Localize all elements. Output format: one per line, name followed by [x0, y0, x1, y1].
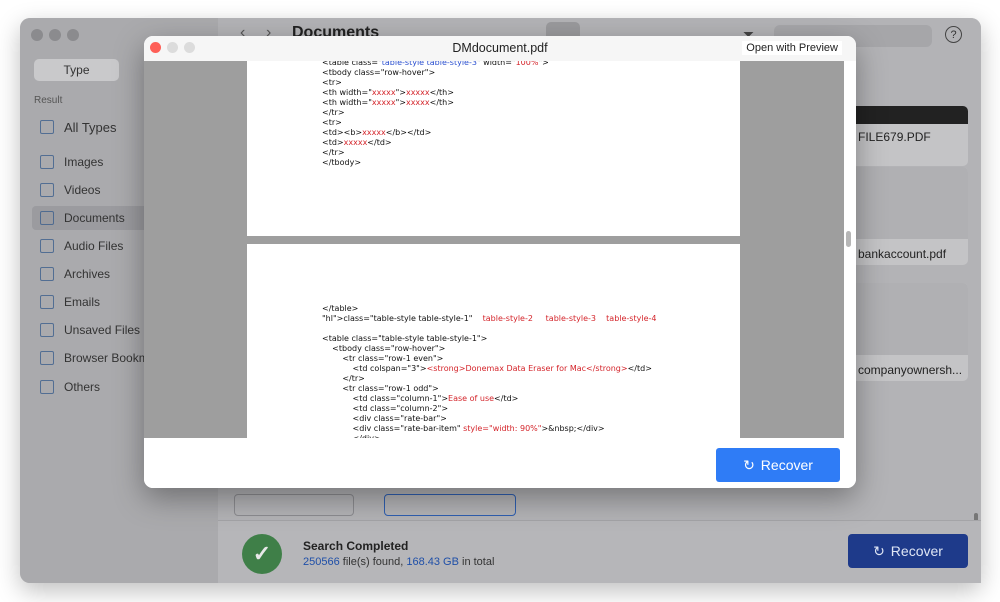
mail-icon [40, 295, 54, 309]
modal-footer: ↻ Recover [144, 438, 856, 488]
open-with-preview-button[interactable]: Open with Preview [742, 41, 842, 55]
check-icon: ✓ [242, 534, 282, 574]
video-icon [40, 183, 54, 197]
recover-button[interactable]: ↻ Recover [848, 534, 968, 568]
document-page: <table class="table-style table-style-3"… [247, 61, 740, 236]
file-tag-selected[interactable] [384, 494, 516, 516]
sidebar-item-label: Audio Files [64, 239, 124, 253]
document-page: </table> "hl">class="table-style table-s… [247, 244, 740, 438]
sidebar-item-label: Images [64, 155, 104, 169]
document-preview[interactable]: <table class="table-style table-style-3"… [144, 61, 844, 438]
music-icon [40, 239, 54, 253]
recover-button-label: Recover [760, 457, 813, 473]
bookmark-tag-icon [40, 351, 54, 365]
close-window-button[interactable] [31, 29, 43, 41]
file-tag[interactable] [234, 494, 354, 516]
file-name: bankaccount.pdf [858, 247, 947, 261]
total-size: 168.43 GB [406, 556, 459, 568]
modal-titlebar: DMdocument.pdf Open with Preview [144, 36, 856, 61]
zoom-window-button[interactable] [67, 29, 79, 41]
grid-list-icon [40, 120, 54, 134]
code-block: </table> "hl">class="table-style table-s… [322, 304, 657, 438]
sidebar-item-label: Documents [64, 211, 125, 225]
status-summary: 250566 file(s) found, 168.43 GB in total [303, 556, 494, 568]
result-label: Result [34, 95, 63, 106]
modal-scrollbar[interactable] [846, 231, 851, 247]
sidebar-item-label: Unsaved Files [64, 323, 141, 337]
help-button[interactable]: ? [945, 26, 962, 43]
sidebar-item-label: Videos [64, 183, 101, 197]
refresh-icon: ↻ [743, 456, 755, 473]
minimize-window-button[interactable] [49, 29, 61, 41]
others-icon [40, 380, 54, 394]
preview-modal: DMdocument.pdf Open with Preview <table … [144, 36, 856, 488]
document-icon [40, 211, 54, 225]
total-size-suffix: in total [458, 556, 495, 568]
sidebar-item-label: Archives [64, 267, 111, 281]
recover-button-label: Recover [890, 543, 943, 559]
file-name: FILE679.PDF [858, 130, 931, 144]
file-count-suffix: file(s) found, [339, 556, 407, 568]
code-block: <table class="table-style table-style-3"… [322, 61, 549, 167]
file-count: 250566 [303, 556, 340, 568]
modal-recover-button[interactable]: ↻ Recover [716, 448, 840, 482]
type-tab[interactable]: Type [34, 59, 119, 81]
refresh-icon: ↻ [873, 542, 885, 559]
sidebar-item-label: Emails [64, 295, 101, 309]
sidebar-item-label: Others [64, 380, 101, 394]
unsaved-file-icon [40, 323, 54, 337]
sidebar-item-label: All Types [64, 119, 117, 135]
status-bar: ✓ Search Completed 250566 file(s) found,… [218, 520, 981, 583]
archive-icon [40, 267, 54, 281]
image-icon [40, 155, 54, 169]
status-title: Search Completed [303, 539, 409, 553]
sidebar-item-label: Browser Bookma [64, 351, 156, 365]
file-name: companyownersh... [858, 363, 963, 377]
